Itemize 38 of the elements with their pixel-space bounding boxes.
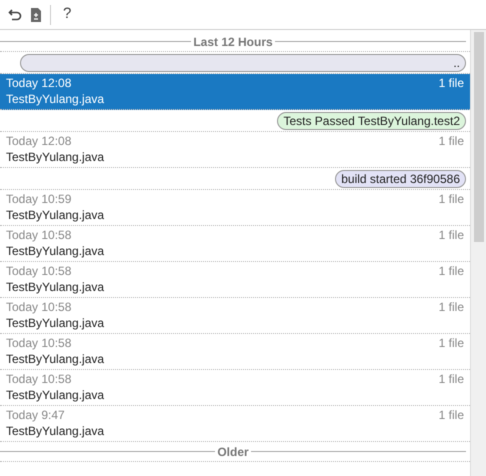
file-name: TestByYulang.java bbox=[6, 424, 104, 438]
help-button[interactable]: ? bbox=[59, 3, 76, 26]
file-name: TestByYulang.java bbox=[6, 316, 104, 330]
entry-time: Today 10:58 bbox=[6, 299, 72, 315]
file-count: 1 file bbox=[438, 335, 464, 351]
entry-time: Today 10:58 bbox=[6, 335, 72, 351]
file-name: TestByYulang.java bbox=[6, 150, 104, 164]
file-count: 1 file bbox=[438, 75, 464, 91]
label-tag: build started 36f90586 bbox=[335, 170, 466, 188]
file-name: TestByYulang.java bbox=[6, 388, 104, 402]
entry-time: Today 10:59 bbox=[6, 191, 72, 207]
entry-time: Today 12:08 bbox=[6, 133, 72, 149]
history-entry[interactable]: Today 12:08 1 file TestByYulang.java bbox=[0, 74, 470, 110]
file-name: TestByYulang.java bbox=[6, 280, 104, 294]
entry-time: Today 9:47 bbox=[6, 407, 65, 423]
file-name: TestByYulang.java bbox=[6, 352, 104, 366]
file-count: 1 file bbox=[438, 407, 464, 423]
entry-time: Today 12:08 bbox=[6, 75, 72, 91]
file-count: 1 file bbox=[438, 133, 464, 149]
section-header: Older bbox=[216, 444, 250, 460]
label-tag: .. bbox=[20, 54, 466, 72]
section-header: Last 12 Hours bbox=[192, 34, 274, 50]
scrollbar[interactable] bbox=[470, 30, 486, 476]
file-count: 1 file bbox=[438, 371, 464, 387]
file-count: 1 file bbox=[438, 227, 464, 243]
undo-icon[interactable] bbox=[8, 8, 22, 22]
file-count: 1 file bbox=[438, 299, 464, 315]
entry-time: Today 10:58 bbox=[6, 263, 72, 279]
file-name: TestByYulang.java bbox=[6, 92, 104, 106]
label-tag: Tests Passed TestByYulang.test2 bbox=[277, 112, 466, 130]
entry-time: Today 10:58 bbox=[6, 371, 72, 387]
file-count: 1 file bbox=[438, 263, 464, 279]
file-count: 1 file bbox=[438, 191, 464, 207]
scrollbar-thumb[interactable] bbox=[474, 32, 484, 242]
entry-time: Today 10:58 bbox=[6, 227, 72, 243]
file-name: TestByYulang.java bbox=[6, 208, 104, 222]
file-diff-icon[interactable] bbox=[30, 6, 42, 22]
file-name: TestByYulang.java bbox=[6, 244, 104, 258]
